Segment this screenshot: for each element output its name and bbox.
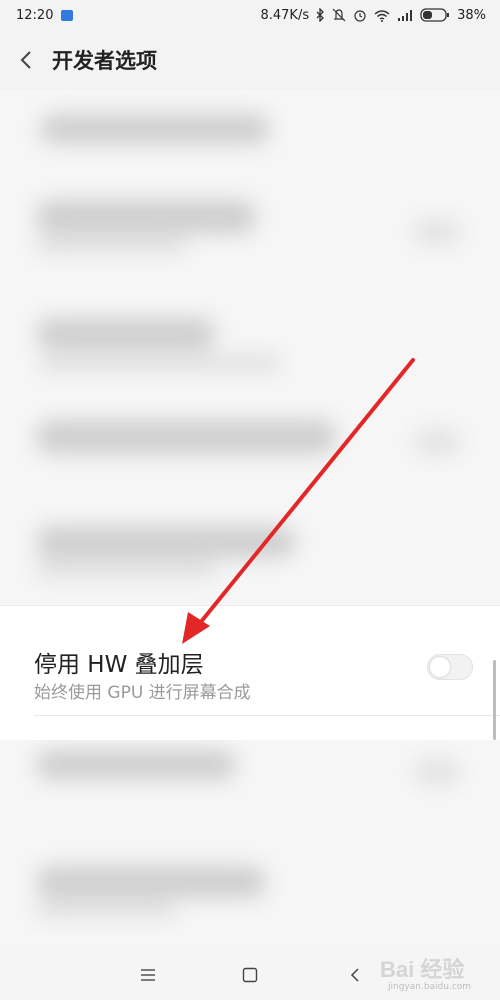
blurred-list-item bbox=[0, 90, 500, 170]
setting-title: 停用 HW 叠加层 bbox=[34, 652, 204, 678]
scrollbar[interactable] bbox=[493, 660, 496, 740]
toggle-knob bbox=[430, 657, 450, 677]
network-badge-icon bbox=[61, 9, 74, 21]
blurred-list-item bbox=[0, 730, 500, 840]
baidu-watermark: Bai 经验 jingyan.baidu.com bbox=[380, 948, 500, 1000]
watermark-brand: Bai 经验 bbox=[380, 957, 465, 982]
status-time: 12:20 bbox=[16, 7, 54, 23]
hw-overlay-toggle[interactable] bbox=[427, 654, 473, 680]
back-icon bbox=[350, 968, 359, 982]
home-icon bbox=[242, 967, 258, 983]
blurred-list-item bbox=[0, 180, 500, 270]
page-title: 开发者选项 bbox=[52, 49, 157, 73]
home-button[interactable] bbox=[220, 950, 280, 1000]
setting-disable-hw-overlay[interactable]: 停用 HW 叠加层 始终使用 GPU 进行屏幕合成 bbox=[0, 605, 500, 740]
blurred-list-item bbox=[0, 390, 500, 490]
status-bar: 12:20 8.47K/s 38% bbox=[0, 0, 500, 30]
bluetooth-icon bbox=[316, 8, 325, 22]
menu-button[interactable] bbox=[118, 950, 178, 1000]
alarm-icon bbox=[353, 8, 367, 22]
menu-icon bbox=[141, 969, 155, 981]
blurred-list-item bbox=[0, 500, 500, 600]
app-header: 开发者选项 bbox=[0, 30, 500, 90]
mute-icon bbox=[332, 8, 346, 22]
signal-icon bbox=[397, 9, 413, 22]
back-button[interactable] bbox=[0, 30, 52, 90]
battery-level: 38% bbox=[457, 7, 486, 23]
nav-back-button[interactable] bbox=[325, 950, 385, 1000]
setting-subtitle: 始终使用 GPU 进行屏幕合成 bbox=[34, 683, 251, 703]
divider bbox=[0, 605, 500, 606]
settings-list[interactable] bbox=[0, 90, 500, 950]
divider bbox=[34, 715, 500, 716]
blurred-list-item bbox=[0, 850, 500, 950]
blurred-list-item bbox=[0, 300, 500, 390]
chevron-left-icon bbox=[20, 51, 31, 69]
wifi-icon bbox=[374, 9, 390, 22]
net-speed: 8.47K/s bbox=[260, 7, 310, 23]
battery-icon bbox=[420, 8, 450, 22]
watermark-site: jingyan.baidu.com bbox=[388, 982, 472, 992]
